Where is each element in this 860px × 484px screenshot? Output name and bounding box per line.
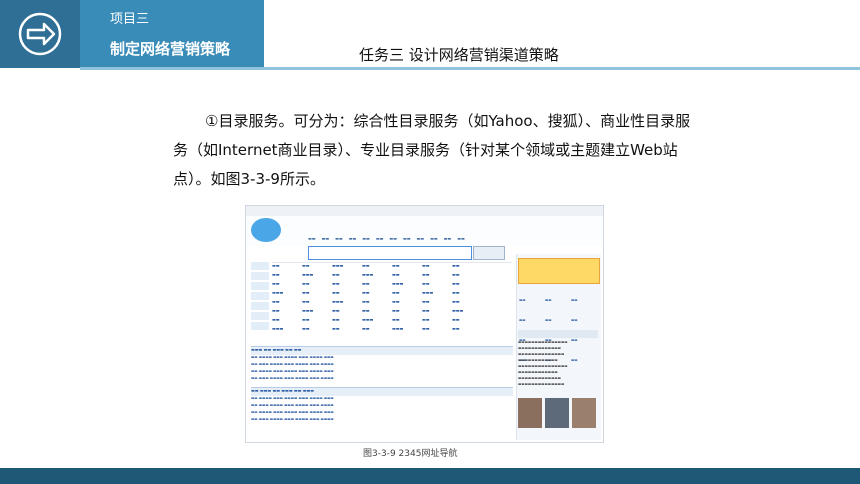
course-label: 项目三 — [110, 12, 150, 27]
screenshot-left-column — [251, 262, 269, 342]
website-screenshot: ▬▬ ▬▬ ▬▬ ▬▬ ▬▬ ▬▬ ▬▬ ▬▬ ▬▬ ▬▬ ▬▬ ▬▬ ▬▬ ▬▬ ▬▬▬ ▬▬ ▬▬ ▬▬ ▬▬… — [245, 205, 604, 443]
screenshot-news-list: ▬▬▬▬▬▬▬▬▬▬▬▬▬▬▬ ▬▬▬▬▬▬▬▬▬▬▬▬▬ ▬▬▬▬▬▬▬▬▬▬▬▬… — [518, 340, 568, 386]
screenshot-nav: ▬▬ ▬▬ ▬▬ ▬▬ ▬▬ ▬▬ ▬▬ ▬▬ ▬▬ ▬▬ ▬▬ ▬▬ — [308, 236, 465, 241]
screenshot-mascot — [251, 218, 281, 242]
screenshot-lower-section: ▬▬▬ ▬▬ ▬▬▬ ▬▬ ▬▬ ▬▬ ▬▬▬▬ ▬▬▬ ▬▬▬▬ ▬▬▬ ▬▬… — [251, 346, 513, 440]
screenshot-search-button — [473, 246, 505, 260]
chapter-title: 制定网络营销策略 — [110, 40, 231, 58]
logo-box — [0, 0, 80, 68]
header-divider — [80, 67, 860, 70]
screenshot-news-tabs — [518, 330, 598, 338]
screenshot-search-box — [308, 246, 472, 260]
body-paragraph: ①目录服务。可分为：综合性目录服务（如Yahoo、搜狐）、商业性目录服务（如In… — [173, 112, 691, 188]
screenshot-ad-banner — [518, 258, 600, 284]
task-title: 任务三 设计网络营销渠道策略 — [359, 46, 559, 64]
figure-caption: 图3-3-9 2345网址导航 — [363, 449, 458, 459]
right-arrow-circle-icon — [18, 12, 62, 56]
screenshot-thumbnails — [518, 398, 598, 432]
footer-bar — [0, 468, 860, 484]
screenshot-link-grid: ▬▬ ▬▬ ▬▬▬ ▬▬ ▬▬ ▬▬ ▬▬ ▬▬ ▬▬▬ ▬▬ ▬▬▬ ▬▬ ▬▬ ▬▬ ▬▬ ▬▬ ▬▬ ▬… — [272, 262, 512, 341]
